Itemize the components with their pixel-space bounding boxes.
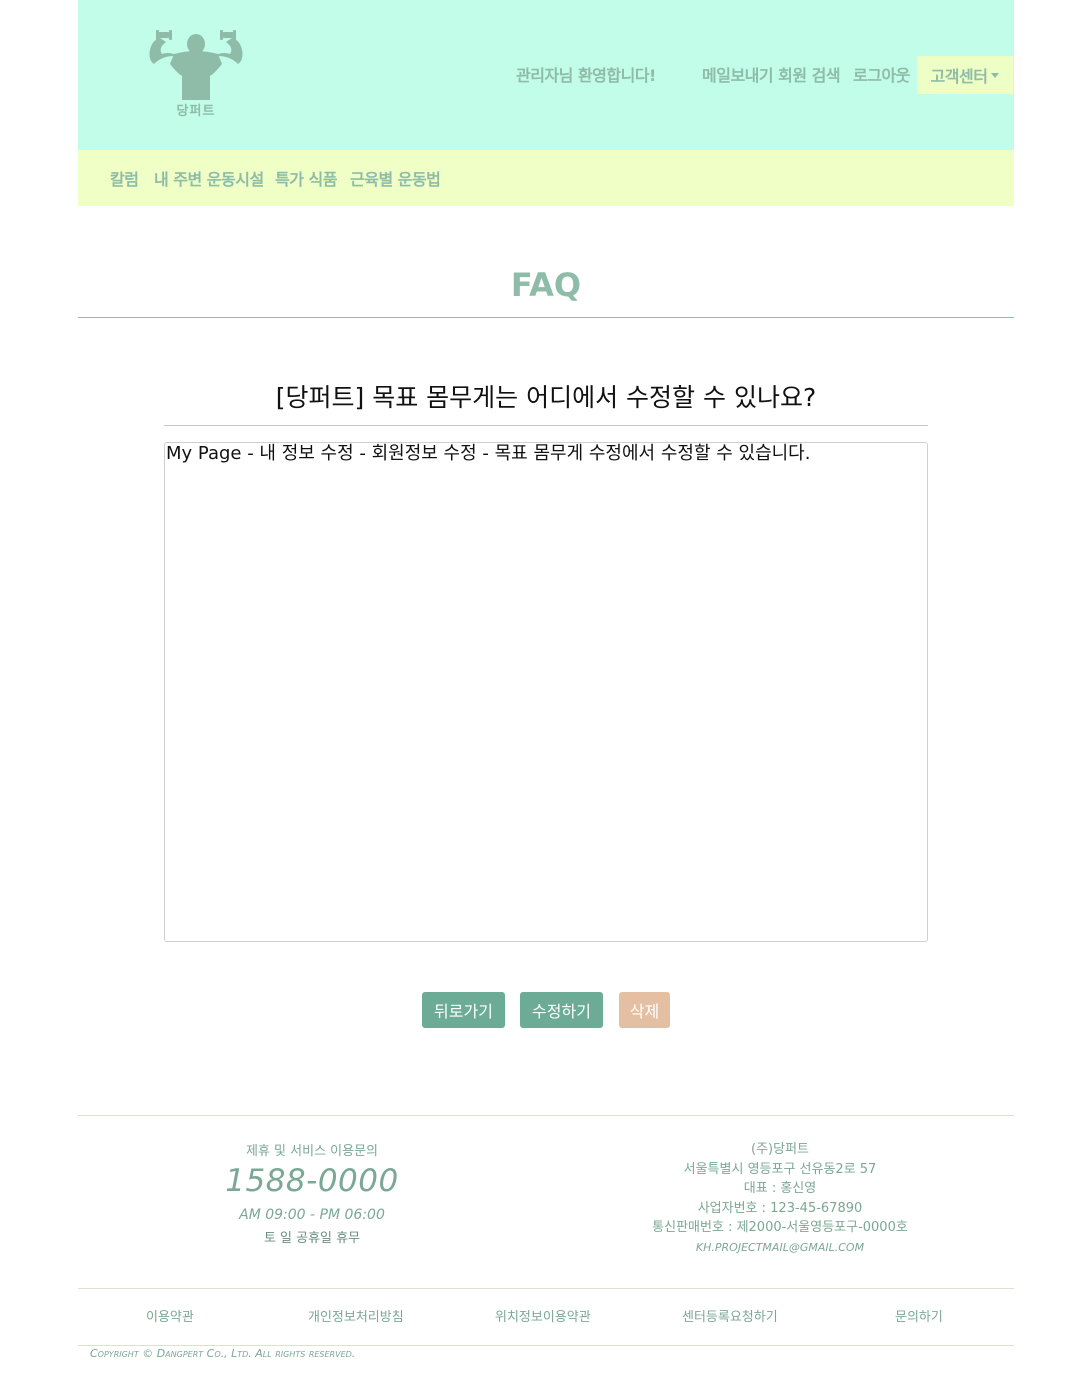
copyright-divider: [78, 1345, 1014, 1346]
page-title: FAQ: [510, 266, 582, 304]
closed-days: 토 일 공휴일 휴무: [263, 1231, 361, 1246]
company-ceo: 대표 : 홍신영: [743, 1181, 817, 1196]
inquiry-label: 제휴 및 서비스 이용문의: [246, 1144, 378, 1159]
nav-item-column[interactable]: 칼럼: [110, 166, 139, 190]
title-divider: [78, 317, 1014, 318]
nav-item-special-food[interactable]: 특가 식품: [275, 166, 337, 190]
caret-down-icon: [991, 72, 1000, 78]
business-hours: AM 09:00 - PM 06:00: [239, 1207, 385, 1223]
footer-contact: 제휴 및 서비스 이용문의 1588-0000 AM 09:00 - PM 06…: [152, 1140, 472, 1246]
footer-link-privacy[interactable]: 개인정보처리방침: [308, 1306, 404, 1325]
footer-company-info: (주)당퍼트 서울특별시 영등포구 선유동2로 57 대표 : 홍신영 사업자번…: [600, 1140, 960, 1257]
logo-text: 당퍼트: [176, 104, 216, 119]
footer-link-terms[interactable]: 이용약관: [146, 1306, 194, 1325]
site-header: 당퍼트 관리자님 환영합니다! 메일보내기 회원 검색 로그아웃 고객센터: [78, 0, 1014, 150]
edit-button[interactable]: 수정하기: [520, 992, 603, 1028]
business-number: 사업자번호 : 123-45-67890: [697, 1200, 863, 1216]
footer-link-location-terms[interactable]: 위치정보이용약관: [495, 1306, 591, 1325]
mail-member-search-link[interactable]: 메일보내기 회원 검색: [702, 62, 841, 86]
footer-link-inquiry[interactable]: 문의하기: [895, 1306, 943, 1325]
faq-question: [당퍼트] 목표 몸무게는 어디에서 수정할 수 있나요?: [275, 383, 817, 412]
logout-link[interactable]: 로그아웃: [853, 62, 910, 86]
bodybuilder-logo-icon: [149, 30, 243, 100]
customer-center-label: 고객센터: [930, 67, 988, 86]
footer-links-divider: [78, 1288, 1014, 1289]
company-address: 서울특별시 영등포구 선유동2로 57: [683, 1161, 877, 1177]
logo[interactable]: 당퍼트: [144, 30, 248, 122]
ecommerce-number: 통신판매번호 : 제2000-서울영등포구-0000호: [652, 1220, 908, 1235]
footer-divider: [78, 1115, 1014, 1116]
copyright-text: Copyright © Dangpert Co., Ltd. All right…: [90, 1347, 356, 1360]
customer-center-dropdown[interactable]: 고객센터: [917, 56, 1013, 94]
nav-item-nearby-gyms[interactable]: 내 주변 운동시설: [154, 166, 264, 190]
footer-link-center-request[interactable]: 센터등록요청하기: [682, 1306, 778, 1325]
question-divider: [164, 425, 928, 426]
phone-number: 1588-0000: [225, 1163, 399, 1199]
welcome-text: 관리자님 환영합니다!: [516, 66, 656, 85]
company-email: KH.PROJECTMAIL@GMAIL.COM: [695, 1240, 865, 1254]
faq-answer-textarea[interactable]: My Page - 내 정보 수정 - 회원정보 수정 - 목표 몸무게 수정에…: [164, 442, 928, 942]
delete-button[interactable]: 삭제: [619, 992, 670, 1028]
nav-item-muscle-workouts[interactable]: 근육별 운동법: [350, 166, 441, 190]
company-name: (주)당퍼트: [751, 1142, 809, 1157]
back-button[interactable]: 뒤로가기: [422, 992, 505, 1028]
